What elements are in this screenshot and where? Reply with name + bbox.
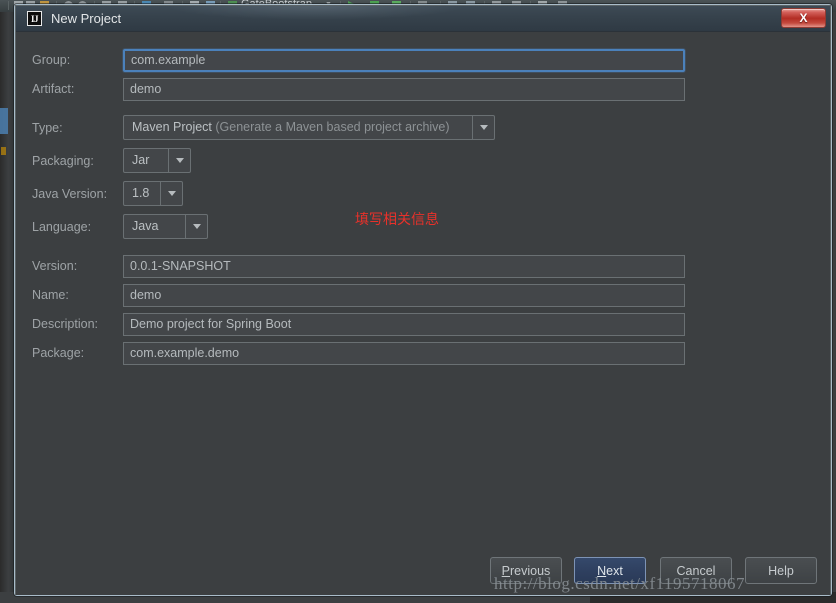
language-chevron-down-icon[interactable]: [185, 215, 207, 238]
watermark-url: http://blog.csdn.net/xf1195718067: [494, 574, 746, 593]
dialog-content: Group: com.example Artifact: demo Type: …: [16, 32, 830, 595]
close-icon: X: [799, 11, 808, 25]
label-group: Group:: [32, 53, 71, 67]
java-version-combobox-value: 1.8: [132, 186, 150, 200]
packaging-chevron-down-icon[interactable]: [168, 149, 190, 172]
screen-root: GateBootstrap ▼ IJ New Project: [0, 0, 836, 603]
label-java-version: Java Version:: [32, 187, 108, 201]
label-type: Type:: [32, 121, 63, 135]
artifact-input[interactable]: demo: [123, 78, 685, 101]
ide-sidebar-tab-project[interactable]: [0, 108, 8, 134]
dialog-titlebar: IJ New Project X: [16, 6, 830, 32]
description-input[interactable]: Demo project for Spring Boot: [123, 313, 685, 336]
new-project-dialog: IJ New Project X Group: com.example Arti…: [14, 4, 832, 596]
label-version: Version:: [32, 259, 78, 273]
packaging-combobox[interactable]: Jar: [123, 148, 191, 173]
java-version-chevron-down-icon[interactable]: [160, 182, 182, 205]
intellij-logo-text: IJ: [30, 13, 39, 24]
annotation-text: 填写相关信息: [355, 212, 439, 228]
version-input[interactable]: 0.0.1-SNAPSHOT: [123, 255, 685, 278]
name-input[interactable]: demo: [123, 284, 685, 307]
ide-sidebar-marker: [1, 147, 6, 155]
dialog-title: New Project: [51, 11, 122, 26]
java-version-combobox[interactable]: 1.8: [123, 181, 183, 206]
help-button-label: Help: [768, 563, 794, 578]
group-input[interactable]: com.example: [123, 49, 685, 72]
ide-left-sidebar: [0, 12, 14, 603]
type-chevron-down-icon[interactable]: [472, 116, 494, 139]
label-package: Package:: [32, 346, 85, 360]
label-artifact: Artifact:: [32, 82, 75, 96]
close-button[interactable]: X: [781, 8, 826, 28]
intellij-logo-icon: IJ: [27, 11, 42, 26]
label-name: Name:: [32, 288, 69, 302]
label-description: Description:: [32, 317, 98, 331]
type-combobox[interactable]: Maven Project (Generate a Maven based pr…: [123, 115, 495, 140]
label-packaging: Packaging:: [32, 154, 94, 168]
language-combobox[interactable]: Java: [123, 214, 208, 239]
type-combobox-main: Maven Project: [132, 120, 212, 134]
packaging-combobox-value: Jar: [132, 153, 150, 167]
label-language: Language:: [32, 220, 92, 234]
type-combobox-hint: (Generate a Maven based project archive): [215, 120, 450, 134]
language-combobox-value: Java: [132, 219, 159, 233]
type-combobox-value: Maven Project (Generate a Maven based pr…: [124, 116, 472, 139]
package-input[interactable]: com.example.demo: [123, 342, 685, 365]
help-button[interactable]: Help: [745, 557, 817, 584]
titlebar-glow: [166, 6, 466, 20]
